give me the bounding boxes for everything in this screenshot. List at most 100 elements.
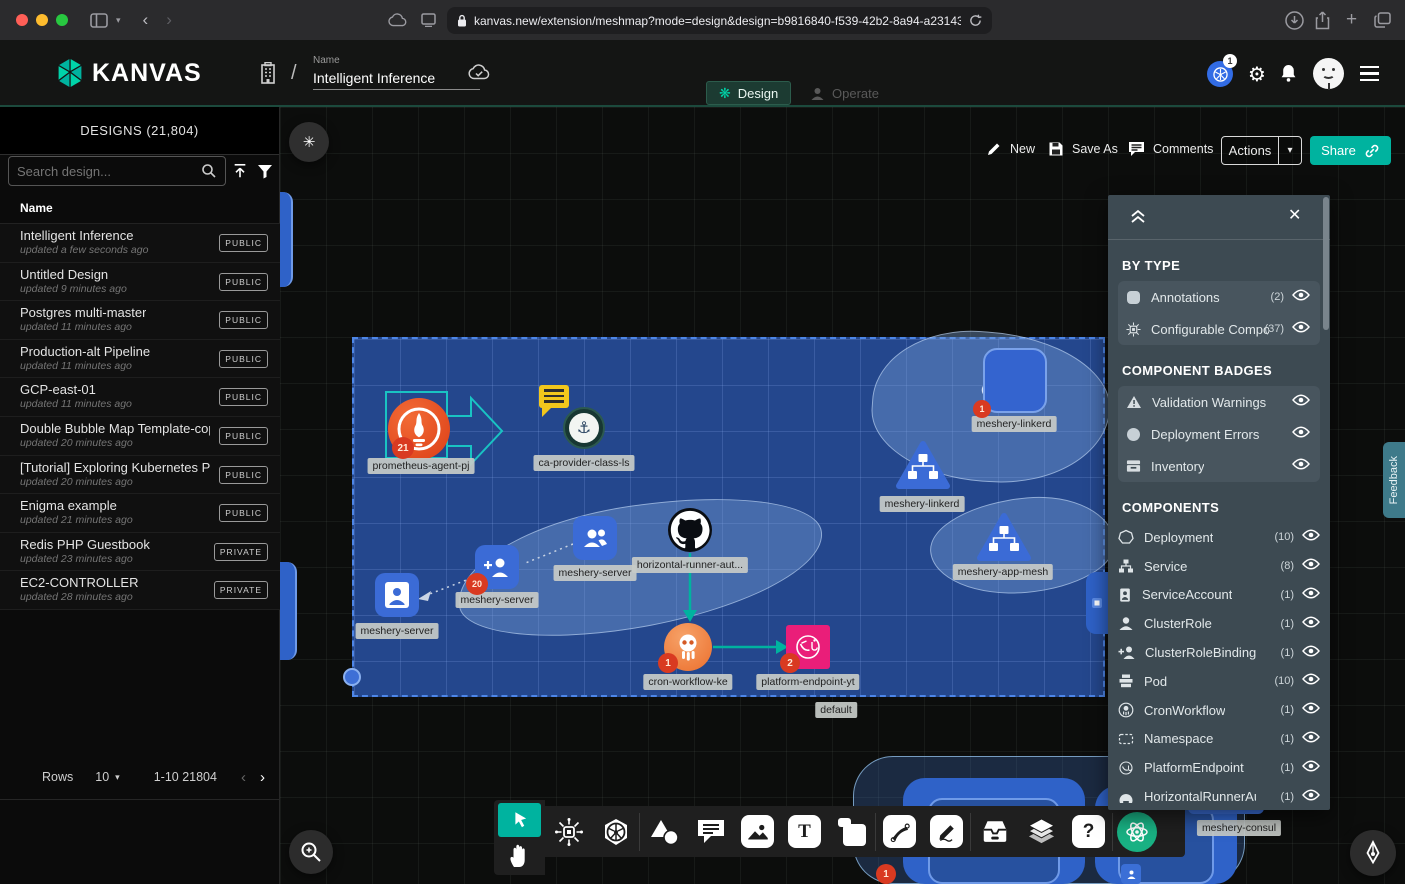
node-linkerd-service[interactable] xyxy=(895,440,951,495)
notifications-bell-icon[interactable] xyxy=(1280,64,1297,82)
help-tool[interactable]: ? xyxy=(1065,815,1112,848)
component-row-cronworkflow[interactable]: CronWorkflow (1) xyxy=(1108,696,1330,725)
next-page-button[interactable]: › xyxy=(260,769,265,786)
refresh-icon[interactable] xyxy=(969,14,982,27)
service-account-label[interactable]: meshery-server xyxy=(356,623,439,639)
tab-operate[interactable]: Operate xyxy=(798,81,891,105)
visibility-eye-icon[interactable] xyxy=(1302,586,1320,604)
kanvas-logo-icon[interactable] xyxy=(55,57,85,89)
design-row[interactable]: GCP-east-01updated 11 minutes agoPUBLIC xyxy=(0,378,280,417)
actionbar-comments[interactable]: Comments xyxy=(1128,141,1213,157)
node-cluster-role[interactable] xyxy=(573,516,617,560)
platform-endpoint-label[interactable]: platform-endpoint-yt xyxy=(756,674,859,690)
visibility-eye-icon[interactable] xyxy=(1302,557,1320,575)
canvas-menu-button[interactable]: ✳ xyxy=(289,122,329,162)
design-row[interactable]: Untitled Designupdated 9 minutes agoPUBL… xyxy=(0,263,280,302)
caret-down-icon[interactable]: ▾ xyxy=(115,772,120,783)
badge-row-validation-warnings[interactable]: Validation Warnings xyxy=(1118,386,1320,418)
bezier-pen-tool[interactable] xyxy=(876,815,923,848)
visibility-eye-icon[interactable] xyxy=(1292,320,1310,338)
node-horizontal-runner[interactable] xyxy=(668,508,712,552)
visibility-eye-icon[interactable] xyxy=(1292,288,1310,306)
user-avatar[interactable] xyxy=(1313,58,1344,89)
linkerd-service-label[interactable]: meshery-linkerd xyxy=(880,496,965,512)
component-row-namespace[interactable]: Namespace (1) xyxy=(1108,725,1330,754)
component-row-pod[interactable]: Pod (10) xyxy=(1108,667,1330,696)
sidebar-toggle-icon[interactable] xyxy=(90,13,108,28)
caret-down-icon[interactable]: ▾ xyxy=(1279,145,1301,156)
shapes-tool[interactable] xyxy=(640,818,687,846)
linkerd-deployment-label[interactable]: meshery-linkerd xyxy=(972,416,1057,432)
visibility-eye-icon[interactable] xyxy=(1302,644,1320,662)
visibility-eye-icon[interactable] xyxy=(1302,759,1320,777)
component-row-service[interactable]: Service (8) xyxy=(1108,552,1330,581)
layer-row-annotations[interactable]: Annotations (2) xyxy=(1118,281,1320,313)
consul-label[interactable]: meshery-consul xyxy=(1197,820,1281,836)
visibility-eye-icon[interactable] xyxy=(1302,615,1320,633)
settings-gear-icon[interactable]: ⚙ xyxy=(1248,62,1266,87)
share-button[interactable]: Share xyxy=(1310,136,1391,165)
new-tab-icon[interactable]: + xyxy=(1346,9,1357,31)
app-mesh-service-label[interactable]: meshery-app-mesh xyxy=(953,564,1053,580)
search-icon[interactable] xyxy=(201,163,217,179)
tab-design[interactable]: ❋ Design xyxy=(706,81,791,105)
component-row-clusterrolebinding[interactable]: ClusterRoleBinding (1) xyxy=(1108,638,1330,667)
namespace-label[interactable]: default xyxy=(815,702,857,718)
design-row[interactable]: Intelligent Inferenceupdated a few secon… xyxy=(0,224,280,263)
cron-workflow-label[interactable]: cron-workflow-ke xyxy=(643,674,732,690)
design-row[interactable]: Postgres multi-masterupdated 11 minutes … xyxy=(0,301,280,340)
visibility-eye-icon[interactable] xyxy=(1302,701,1320,719)
cluster-role-binding-label[interactable]: meshery-server xyxy=(456,592,539,608)
rows-per-page-select[interactable]: 10 xyxy=(95,770,109,784)
design-row[interactable]: Redis PHP Guestbookupdated 23 minutes ag… xyxy=(0,533,280,572)
meshery-dock-button[interactable] xyxy=(1113,812,1160,852)
component-row-clusterrole[interactable]: ClusterRole (1) xyxy=(1108,609,1330,638)
ca-provider-label[interactable]: ca-provider-class-ls xyxy=(533,455,634,471)
tab-overview-caret-icon[interactable]: ▾ xyxy=(116,15,121,26)
hamburger-menu-icon[interactable] xyxy=(1360,66,1379,81)
design-search[interactable] xyxy=(8,156,226,186)
visibility-eye-icon[interactable] xyxy=(1292,425,1310,443)
component-row-deployment[interactable]: Deployment (10) xyxy=(1108,523,1330,552)
filter-icon[interactable] xyxy=(254,159,276,183)
visibility-eye-icon[interactable] xyxy=(1292,457,1310,475)
component-row-serviceaccount[interactable]: ServiceAccount (1) xyxy=(1108,581,1330,610)
node-app-mesh-service[interactable] xyxy=(976,512,1032,567)
drawer-tool[interactable] xyxy=(971,818,1018,845)
actions-dropdown-button[interactable]: Actions ▾ xyxy=(1221,136,1302,165)
zoom-window-button[interactable] xyxy=(56,14,68,26)
pan-tool-button[interactable] xyxy=(507,841,533,871)
visibility-eye-icon[interactable] xyxy=(1302,528,1320,546)
layer-row-configurable[interactable]: Configurable Components (37) xyxy=(1118,313,1320,345)
annotation-pen-button[interactable] xyxy=(1350,830,1396,876)
horizontal-runner-label[interactable]: horizontal-runner-aut... xyxy=(632,557,748,573)
design-row[interactable]: Enigma exampleupdated 21 minutes agoPUBL… xyxy=(0,494,280,533)
visibility-eye-icon[interactable] xyxy=(1302,672,1320,690)
text-tool[interactable]: T xyxy=(781,815,828,848)
kanvas-wordmark[interactable]: KANVAS xyxy=(92,59,202,88)
node-linkerd-deployment[interactable] xyxy=(983,348,1047,413)
tab-overview-icon[interactable] xyxy=(1374,12,1391,28)
prev-page-button[interactable]: ‹ xyxy=(241,769,246,786)
visibility-eye-icon[interactable] xyxy=(1302,788,1320,806)
design-row[interactable]: Production-alt Pipelineupdated 11 minute… xyxy=(0,340,280,379)
node-service-account[interactable] xyxy=(375,573,419,617)
component-row-horizontalrunnerautoscaler[interactable]: HorizontalRunnerAutosc (1) xyxy=(1108,782,1330,810)
visibility-eye-icon[interactable] xyxy=(1302,730,1320,748)
freehand-draw-tool[interactable] xyxy=(923,815,970,848)
share-page-icon[interactable] xyxy=(1315,11,1330,30)
back-button[interactable]: ‹ xyxy=(143,10,149,30)
close-window-button[interactable] xyxy=(16,14,28,26)
collapse-panel-icon[interactable] xyxy=(1130,207,1146,225)
sticky-note-tool[interactable] xyxy=(828,817,875,847)
badge-row-inventory[interactable]: Inventory xyxy=(1118,450,1320,482)
actionbar-new[interactable]: New xyxy=(986,141,1035,157)
organization-icon[interactable] xyxy=(258,62,278,84)
design-row[interactable]: [Tutorial] Exploring Kubernetes Podupdat… xyxy=(0,456,280,495)
prometheus-label[interactable]: prometheus-agent-pj xyxy=(368,458,475,474)
comment-tool[interactable] xyxy=(687,818,734,845)
comment-annotation-icon[interactable] xyxy=(539,385,569,408)
icloud-tab-icon[interactable] xyxy=(388,13,407,27)
panel-scrollbar[interactable] xyxy=(1323,197,1329,330)
design-name-input[interactable] xyxy=(313,70,480,90)
